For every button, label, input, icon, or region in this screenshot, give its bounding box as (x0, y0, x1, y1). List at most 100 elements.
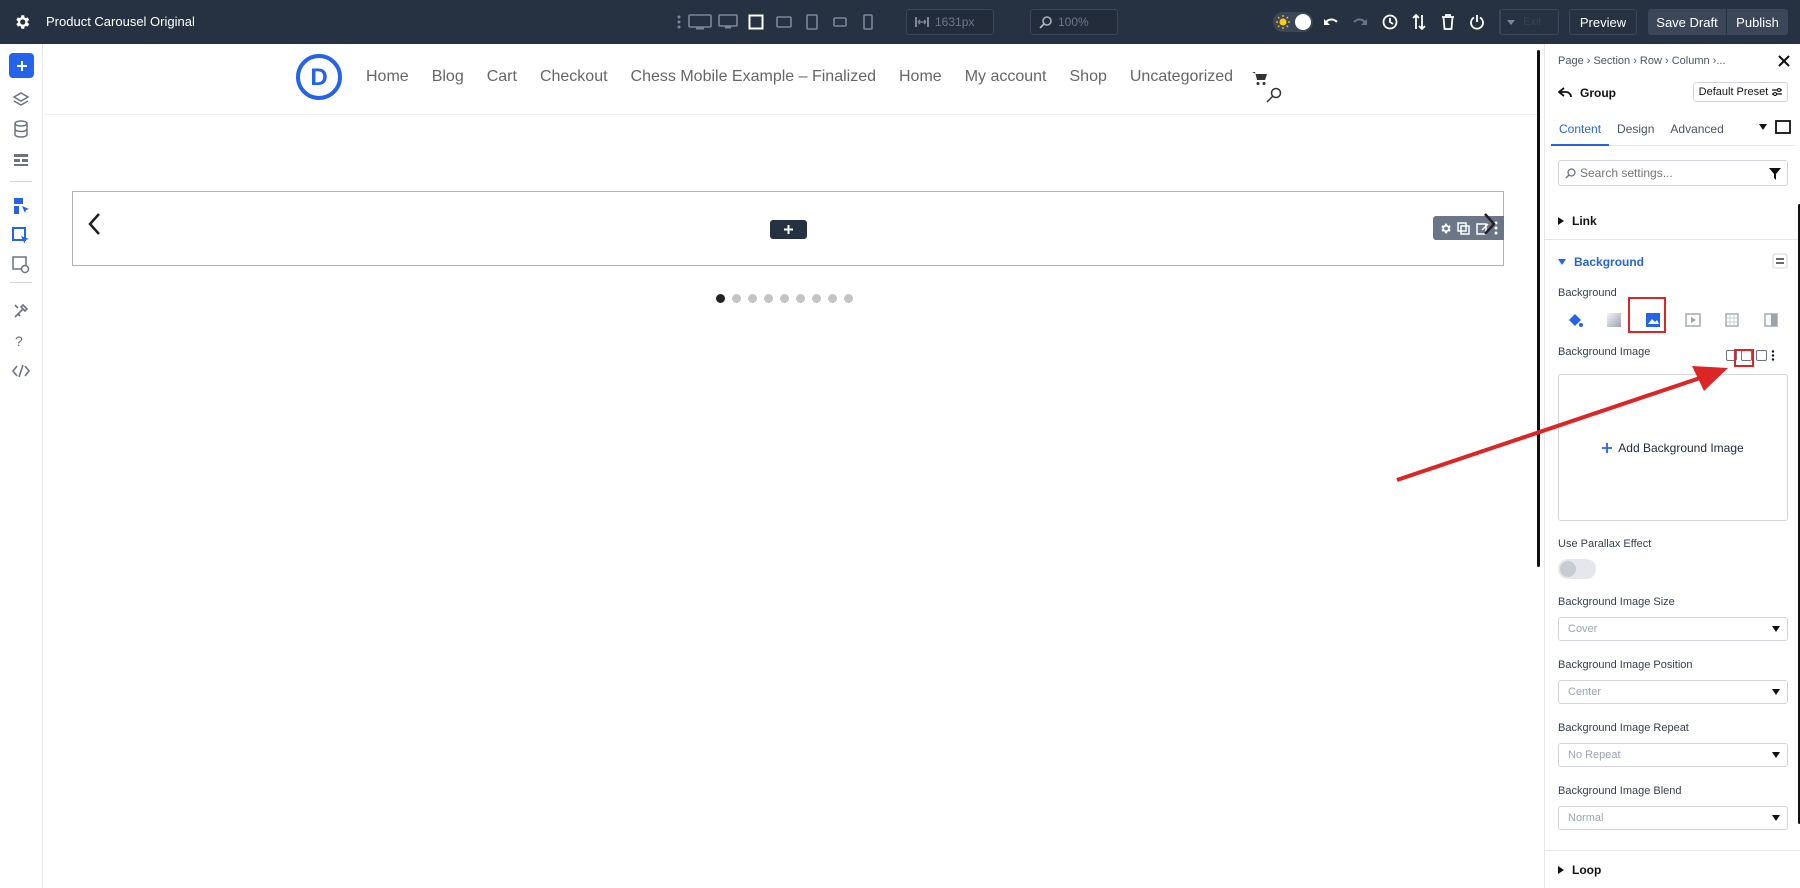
carousel-dot[interactable] (780, 294, 789, 303)
page-settings-icon[interactable] (11, 255, 31, 275)
database-icon[interactable] (11, 119, 31, 139)
page-cursor-icon[interactable] (11, 196, 31, 216)
more-vertical-icon[interactable] (1771, 350, 1775, 361)
nav-link[interactable]: Checkout (540, 68, 608, 86)
add-module-button[interactable] (770, 220, 807, 239)
pattern-icon[interactable] (1721, 309, 1743, 331)
link-section-toggle[interactable]: Link (1545, 202, 1800, 240)
logo-letter: D (310, 64, 327, 91)
nav-link[interactable]: Uncategorized (1130, 68, 1233, 86)
bg-blend-select[interactable]: Normal (1558, 806, 1788, 830)
preset-icon[interactable] (1756, 350, 1767, 361)
zoom-field[interactable]: 100% (1030, 9, 1118, 35)
chevron-right-icon[interactable] (1481, 212, 1497, 236)
gradient-icon[interactable] (1603, 309, 1625, 331)
paint-bucket-icon[interactable] (1564, 309, 1586, 331)
carousel-dot[interactable] (828, 294, 837, 303)
nav-link[interactable]: Cart (487, 68, 517, 86)
mask-icon[interactable] (1760, 309, 1782, 331)
loop-section-toggle[interactable]: Loop (1545, 850, 1800, 888)
save-draft-button[interactable]: Save Draft (1648, 9, 1726, 35)
layers-icon[interactable] (11, 90, 31, 110)
nav-link[interactable]: Shop (1070, 68, 1107, 86)
nav-link[interactable]: My account (965, 68, 1047, 86)
nav-link[interactable]: Home (366, 68, 409, 86)
duplicate-icon[interactable] (1457, 221, 1470, 235)
background-image-label: Background Image (1558, 346, 1651, 358)
trash-icon[interactable] (1438, 12, 1458, 32)
caret-down-icon (1772, 815, 1780, 821)
phone-landscape-icon[interactable] (826, 10, 854, 34)
carousel-dot[interactable] (732, 294, 741, 303)
nav-link[interactable]: Blog (432, 68, 464, 86)
add-background-image-dropzone[interactable]: Add Background Image (1558, 374, 1788, 521)
canvas-scrollbar[interactable] (1537, 50, 1540, 567)
module-settings-gear-icon[interactable] (1439, 222, 1452, 235)
help-question-icon[interactable]: ? (15, 333, 23, 349)
exit-button[interactable]: Exit (1499, 9, 1559, 35)
video-icon[interactable] (1682, 309, 1704, 331)
code-icon[interactable] (11, 361, 31, 381)
bg-position-select[interactable]: Center (1558, 680, 1788, 704)
carousel-dot[interactable] (796, 294, 805, 303)
square-view-icon[interactable] (1775, 120, 1791, 134)
image-type-highlight (1628, 297, 1666, 333)
undo-icon[interactable] (1321, 12, 1341, 32)
settings-gear-icon[interactable] (13, 13, 31, 31)
nav-link[interactable]: Home (899, 68, 942, 86)
desktop-active-icon[interactable] (742, 10, 770, 34)
tablet-landscape-icon[interactable] (770, 10, 798, 34)
product-carousel[interactable] (72, 191, 1504, 266)
add-module-plus-icon[interactable] (9, 53, 34, 78)
layout-rows-icon[interactable] (11, 150, 31, 170)
preview-button[interactable]: Preview (1569, 9, 1637, 35)
breadcrumb[interactable]: Page › Section › Row › Column ›... (1558, 55, 1726, 67)
theme-toggle[interactable] (1273, 12, 1313, 32)
preset-selector[interactable]: Default Preset (1693, 82, 1788, 102)
cart-icon[interactable] (1252, 70, 1268, 86)
carousel-pagination (716, 294, 853, 303)
settings-search[interactable] (1558, 160, 1788, 186)
back-arrow-icon[interactable] (1558, 87, 1572, 99)
template-cursor-icon[interactable] (11, 226, 31, 246)
tab-advanced[interactable]: Advanced (1662, 116, 1731, 146)
nav-link[interactable]: Chess Mobile Example – Finalized (631, 68, 876, 86)
background-options-icon[interactable] (1772, 253, 1788, 269)
bg-repeat-select[interactable]: No Repeat (1558, 743, 1788, 767)
more-vertical-icon[interactable] (672, 10, 686, 34)
carousel-dot[interactable] (812, 294, 821, 303)
phone-icon[interactable] (854, 10, 882, 34)
site-logo[interactable]: D (295, 53, 343, 101)
width-arrows-icon (915, 16, 929, 28)
plus-icon (1602, 442, 1613, 453)
power-icon[interactable] (1467, 12, 1487, 32)
tab-design[interactable]: Design (1609, 116, 1662, 146)
filter-icon[interactable] (1769, 168, 1781, 180)
bg-size-select[interactable]: Cover (1558, 617, 1788, 641)
settings-search-input[interactable] (1580, 166, 1750, 180)
canvas-width-field[interactable]: 1631px (906, 9, 994, 35)
tab-content[interactable]: Content (1551, 116, 1610, 146)
chevron-left-icon[interactable] (87, 212, 103, 236)
background-section-toggle[interactable]: Background (1558, 255, 1644, 269)
close-icon[interactable] (1777, 54, 1791, 68)
toggle-knob (1295, 14, 1311, 30)
carousel-dot[interactable] (716, 294, 725, 303)
desktop-wide-icon[interactable] (686, 10, 714, 34)
redo-icon[interactable] (1350, 12, 1370, 32)
desktop-icon[interactable] (714, 10, 742, 34)
carousel-dot[interactable] (844, 294, 853, 303)
carousel-dot[interactable] (748, 294, 757, 303)
publish-button[interactable]: Publish (1726, 9, 1788, 35)
background-label: Background (1558, 287, 1617, 299)
parallax-toggle[interactable] (1558, 559, 1596, 579)
caret-down-icon[interactable] (1759, 124, 1767, 130)
search-icon[interactable] (1266, 87, 1282, 103)
history-clock-icon[interactable] (1380, 12, 1400, 32)
tablet-icon[interactable] (798, 10, 826, 34)
caret-down-icon (1558, 259, 1566, 265)
sort-arrows-icon[interactable] (1409, 12, 1429, 32)
bg-position-value: Center (1568, 686, 1602, 698)
carousel-dot[interactable] (764, 294, 773, 303)
tools-icon[interactable] (11, 301, 31, 321)
